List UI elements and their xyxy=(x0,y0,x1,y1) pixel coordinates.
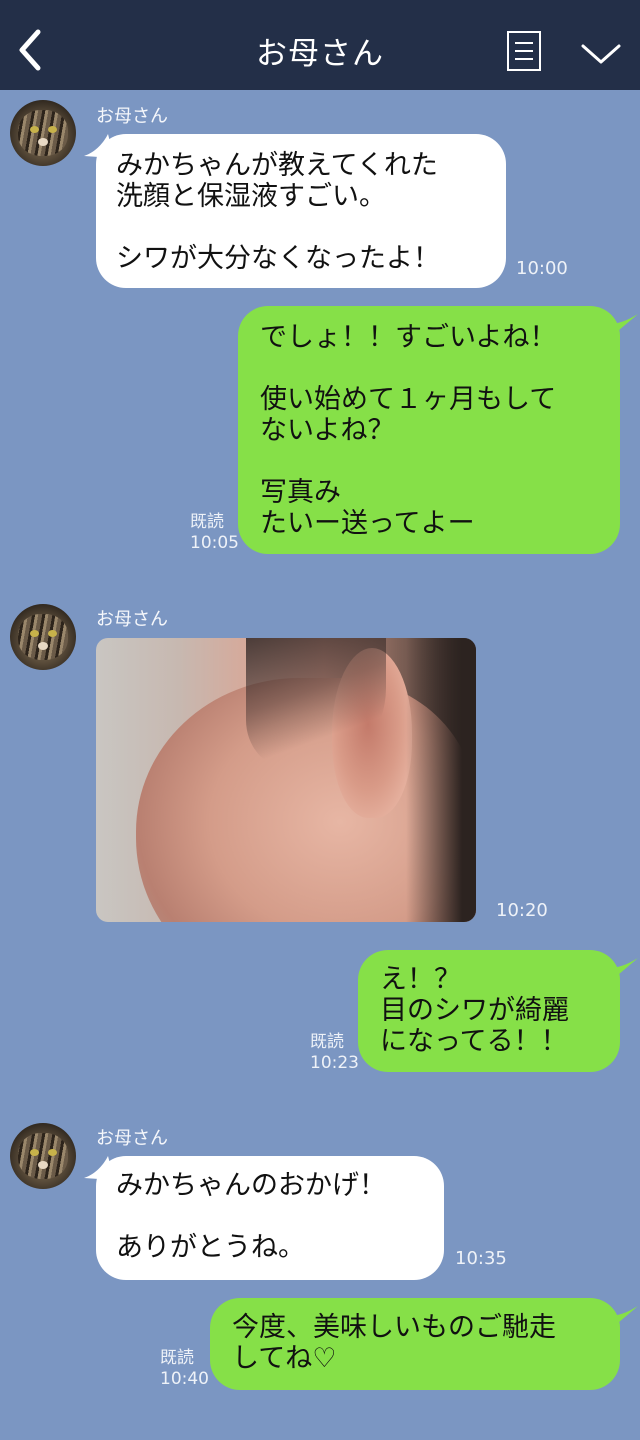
read-label: 既読 xyxy=(160,1348,194,1368)
avatar[interactable] xyxy=(10,100,76,166)
photo-message[interactable] xyxy=(96,638,476,922)
chat-header: お母さん xyxy=(0,0,640,90)
message-time: 10:40 xyxy=(160,1369,209,1389)
message-time: 10:20 xyxy=(496,900,548,921)
notes-icon[interactable] xyxy=(507,31,541,71)
avatar[interactable] xyxy=(10,604,76,670)
sender-name: お母さん xyxy=(96,106,168,127)
message-bubble[interactable]: え！？ 目のシワが綺麗 になってる！！ xyxy=(358,950,620,1072)
chevron-down-icon[interactable] xyxy=(580,38,622,68)
message-time: 10:00 xyxy=(516,258,568,279)
read-receipt: 既読 10:23 xyxy=(310,1032,359,1074)
sender-name: お母さん xyxy=(96,1128,168,1149)
message-bubble[interactable]: 今度、美味しいものご馳走 してね♡ xyxy=(210,1298,620,1390)
read-label: 既読 xyxy=(190,512,224,532)
read-label: 既読 xyxy=(310,1032,344,1052)
read-receipt: 既読 10:05 xyxy=(190,512,239,554)
chat-title: お母さん xyxy=(256,36,384,72)
read-receipt: 既読 10:40 xyxy=(160,1348,209,1390)
message-time: 10:35 xyxy=(455,1248,507,1269)
avatar[interactable] xyxy=(10,1123,76,1189)
sender-name: お母さん xyxy=(96,609,168,630)
message-time: 10:23 xyxy=(310,1053,359,1073)
message-bubble[interactable]: でしょ！！すごいよね！ 使い始めて１ヶ月もして ないよね？ 写真み たいー送って… xyxy=(238,306,620,554)
message-bubble[interactable]: みかちゃんが教えてくれた 洗顔と保湿液すごい。 シワが大分なくなったよ！ xyxy=(96,134,506,288)
message-bubble[interactable]: みかちゃんのおかげ！ ありがとうね。 xyxy=(96,1156,444,1280)
message-time: 10:05 xyxy=(190,533,239,553)
